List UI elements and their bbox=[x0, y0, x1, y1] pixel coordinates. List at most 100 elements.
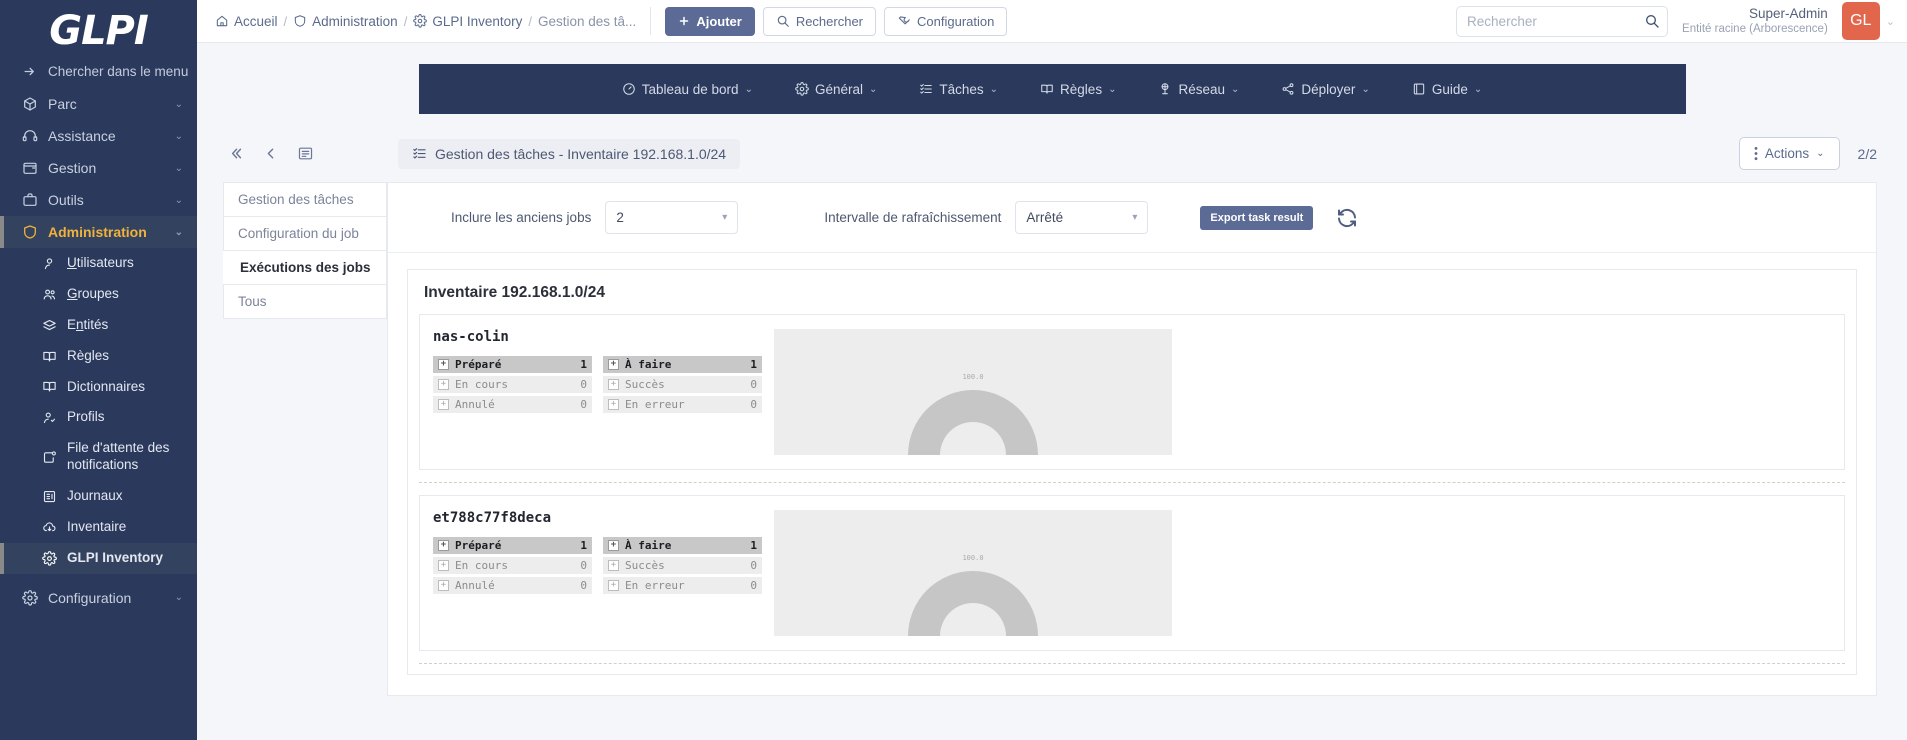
dashboard-icon bbox=[622, 82, 636, 96]
stat-row[interactable]: + Préparé 1 bbox=[433, 356, 592, 373]
expand-icon[interactable]: + bbox=[438, 379, 449, 390]
expand-icon[interactable]: + bbox=[438, 359, 449, 370]
search-input[interactable] bbox=[1467, 13, 1645, 29]
search-button[interactable]: Rechercher bbox=[762, 6, 877, 36]
avatar[interactable]: GL bbox=[1841, 2, 1880, 40]
expand-icon[interactable]: + bbox=[608, 560, 619, 571]
tab-general[interactable]: Général ⌄ bbox=[795, 82, 877, 97]
stat-value: 1 bbox=[750, 539, 757, 552]
sidebar-item-configuration[interactable]: Configuration ⌄ bbox=[0, 582, 197, 614]
breadcrumb-item-accueil[interactable]: Accueil bbox=[215, 14, 278, 29]
double-chevron-left-icon[interactable] bbox=[227, 145, 244, 162]
stat-row[interactable]: + À faire 1 bbox=[603, 537, 762, 554]
chevron-down-icon: ⌄ bbox=[174, 130, 183, 142]
search-icon[interactable] bbox=[1644, 13, 1660, 29]
breadcrumb-item-current[interactable]: Gestion des tâ... bbox=[538, 14, 636, 29]
breadcrumb-item-glpi-inventory[interactable]: GLPI Inventory bbox=[413, 14, 522, 29]
expand-icon[interactable]: + bbox=[608, 399, 619, 410]
sidebar-item-assistance[interactable]: Assistance ⌄ bbox=[0, 120, 197, 152]
global-search[interactable] bbox=[1456, 5, 1669, 37]
sidebar-item-utilisateurs[interactable]: Utilisateurs bbox=[0, 248, 197, 279]
search-icon bbox=[776, 14, 790, 28]
chevron-down-icon: ⌄ bbox=[1361, 83, 1370, 95]
sidebar-item-gestion[interactable]: Gestion ⌄ bbox=[0, 152, 197, 184]
expand-icon[interactable]: + bbox=[608, 359, 619, 370]
sidebar-item-label: Dictionnaires bbox=[67, 378, 146, 394]
stat-row[interactable]: + À faire 1 bbox=[603, 356, 762, 373]
tab-gestion-des-taches[interactable]: Gestion des tâches bbox=[223, 182, 387, 216]
wallet-icon bbox=[22, 160, 48, 176]
sidebar-item-inventaire[interactable]: Inventaire bbox=[0, 512, 197, 543]
sidebar-item-journaux[interactable]: Journaux bbox=[0, 481, 197, 512]
job-gauge-chart: 100.0 bbox=[774, 510, 1172, 636]
main-area: Accueil / Administration / GLPI Inventor… bbox=[197, 0, 1907, 740]
tab-taches[interactable]: Tâches ⌄ bbox=[919, 82, 998, 97]
stat-row[interactable]: + En cours 0 bbox=[433, 376, 592, 393]
stat-value: 0 bbox=[750, 559, 757, 572]
sidebar-item-regles[interactable]: Règles bbox=[0, 341, 197, 372]
tab-reseau[interactable]: Réseau ⌄ bbox=[1158, 82, 1239, 97]
expand-icon[interactable]: + bbox=[608, 379, 619, 390]
stat-row[interactable]: + Annulé 0 bbox=[433, 396, 592, 413]
list-icon[interactable] bbox=[297, 145, 314, 162]
sidebar-item-file-attente-notifications[interactable]: File d'attente des notifications bbox=[0, 433, 197, 481]
sidebar-item-dictionnaires[interactable]: Dictionnaires bbox=[0, 372, 197, 403]
chevron-down-icon: ⌄ bbox=[868, 83, 878, 95]
tab-tous[interactable]: Tous bbox=[223, 284, 387, 319]
expand-icon[interactable]: + bbox=[438, 540, 449, 551]
refresh-interval-select[interactable]: Arrêté ▾ bbox=[1015, 201, 1149, 234]
journal-icon bbox=[42, 489, 67, 504]
sidebar-menu-search[interactable]: Chercher dans le menu bbox=[0, 55, 197, 88]
tab-regles[interactable]: Règles ⌄ bbox=[1040, 82, 1116, 97]
refresh-icon[interactable] bbox=[1335, 206, 1359, 230]
expand-icon[interactable]: + bbox=[438, 399, 449, 410]
breadcrumb-item-administration[interactable]: Administration bbox=[293, 14, 398, 29]
add-button[interactable]: Ajouter bbox=[665, 6, 755, 36]
stat-row[interactable]: + Succès 0 bbox=[603, 557, 762, 574]
tab-executions-des-jobs[interactable]: Exécutions des jobs bbox=[223, 250, 387, 284]
stat-row[interactable]: + En cours 0 bbox=[433, 557, 592, 574]
stat-row[interactable]: + Préparé 1 bbox=[433, 537, 592, 554]
sidebar-item-parc[interactable]: Parc ⌄ bbox=[0, 88, 197, 120]
stat-row[interactable]: + Annulé 0 bbox=[433, 577, 592, 594]
notification-icon bbox=[42, 450, 67, 465]
breadcrumb-separator: / bbox=[403, 13, 408, 29]
chevron-left-icon[interactable] bbox=[262, 145, 279, 162]
configuration-button-label: Configuration bbox=[917, 13, 995, 29]
expand-icon[interactable]: + bbox=[438, 580, 449, 591]
actions-button[interactable]: Actions ⌄ bbox=[1738, 137, 1840, 170]
chevron-down-icon[interactable]: ⌄ bbox=[1886, 15, 1895, 28]
content-row: Gestion des tâches Configuration du job … bbox=[197, 170, 1907, 696]
sidebar-item-label: GLPI Inventory bbox=[67, 549, 164, 565]
expand-icon[interactable]: + bbox=[438, 560, 449, 571]
home-icon bbox=[215, 14, 229, 28]
configuration-button[interactable]: Configuration bbox=[884, 6, 1008, 36]
expand-icon[interactable]: + bbox=[608, 580, 619, 591]
export-task-result-button[interactable]: Export task result bbox=[1200, 205, 1314, 230]
old-jobs-select[interactable]: 2 ▾ bbox=[605, 201, 739, 234]
stat-value: 0 bbox=[750, 579, 757, 592]
stat-row[interactable]: + En erreur 0 bbox=[603, 396, 762, 413]
stat-row[interactable]: + En erreur 0 bbox=[603, 577, 762, 594]
filters-bar: Inclure les anciens jobs 2 ▾ Intervalle … bbox=[388, 183, 1876, 253]
stat-value: 0 bbox=[580, 398, 587, 411]
tab-guide[interactable]: Guide ⌄ bbox=[1412, 82, 1482, 97]
sidebar-item-entites[interactable]: Entités bbox=[0, 310, 197, 341]
sidebar-item-profils[interactable]: Profils bbox=[0, 402, 197, 433]
sidebar-item-label: Inventaire bbox=[67, 518, 127, 534]
chevron-down-icon: ▾ bbox=[722, 212, 728, 223]
sidebar-item-groupes[interactable]: Groupes bbox=[0, 279, 197, 310]
sidebar-item-administration[interactable]: Administration ⌄ bbox=[0, 216, 197, 248]
tab-configuration-du-job[interactable]: Configuration du job bbox=[223, 216, 387, 250]
stat-row[interactable]: + Succès 0 bbox=[603, 376, 762, 393]
tab-tableau-de-bord[interactable]: Tableau de bord ⌄ bbox=[622, 82, 753, 97]
sidebar-item-outils[interactable]: Outils ⌄ bbox=[0, 184, 197, 216]
expand-icon[interactable]: + bbox=[608, 540, 619, 551]
gauge-arc bbox=[908, 571, 1038, 636]
glpi-logo[interactable]: GLPI bbox=[0, 0, 197, 55]
tab-deployer[interactable]: Déployer ⌄ bbox=[1281, 82, 1370, 97]
stat-value: 0 bbox=[580, 378, 587, 391]
user-info[interactable]: Super-Admin Entité racine (Arborescence) bbox=[1682, 5, 1828, 37]
sidebar-item-glpi-inventory[interactable]: GLPI Inventory bbox=[0, 542, 197, 574]
arrow-right-icon bbox=[22, 64, 37, 79]
